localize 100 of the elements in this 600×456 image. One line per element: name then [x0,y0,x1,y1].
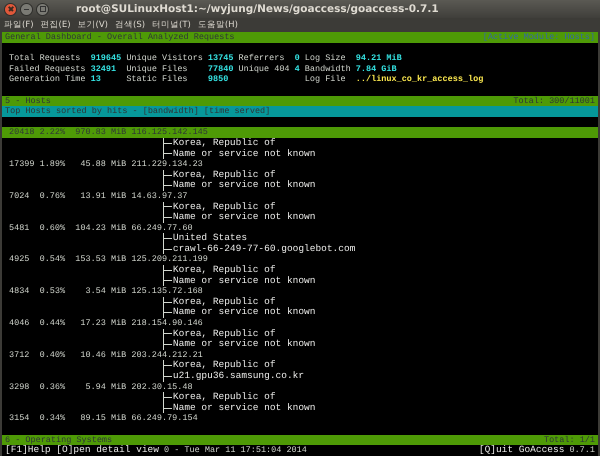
stat-label: Failed Requests [9,64,87,74]
panel-total: Total: 1/1 [544,434,595,446]
stat-label: Unique Files [126,64,189,74]
host-row[interactable]: 5481 0.60% 104.23 MiB 66.249.77.60 [2,222,598,234]
bandwidth-unit: MiB [110,222,128,234]
menu-item[interactable]: 보기(V) [78,18,108,30]
stat-unit: GiB [381,64,397,74]
host-detail: crawl-66-249-77-60.googlebot.com [172,244,356,254]
stat-value: 77840 [208,64,234,74]
bandwidth-unit: MiB [110,318,128,329]
stat-value: 9850 [208,74,228,84]
stat-label: Generation Time [9,74,87,85]
host-detail: Korea, Republic of [172,170,276,180]
bandwidth-value: 970.83 [74,127,106,138]
host-row[interactable]: 3712 0.40% 10.46 MiB 203.244.212.21 [2,350,598,360]
bandwidth-unit: MiB [110,127,128,138]
host-detail: Korea, Republic of [172,328,276,339]
bandwidth-value: 17.23 [79,318,106,329]
hits-count: 3712 [9,350,30,360]
host-address: 202.30.15.48 [131,382,193,392]
hits-percent: 0.40% [40,350,66,360]
hits-count: 4046 [9,318,30,329]
bandwidth-unit: MiB [110,413,128,424]
host-detail: Name or service not known [172,402,316,414]
bandwidth-value: 5.94 [84,382,106,392]
minimize-icon[interactable] [20,2,33,16]
host-row[interactable]: 20418 2.22% 970.83 MiB 116.125.142.145 [2,127,598,138]
hits-percent: 2.22% [40,127,66,138]
hits-count: 3154 [9,413,30,424]
host-detail: Name or service not known [172,307,316,318]
stat-label: Referrers [238,53,286,64]
quit-hint: [Q]uit GoAccess [478,445,564,456]
active-module-label: [Active Module: Hosts] [482,32,595,43]
stat-value: 13745 [208,53,234,64]
host-detail: u21.gpu36.samsung.co.kr [172,371,304,382]
host-row[interactable]: 4834 0.53% 3.54 MiB 125.135.72.168 [2,286,598,297]
host-detail: Name or service not known [172,148,316,160]
host-detail: Korea, Republic of [172,360,276,371]
bandwidth-unit: MiB [110,254,128,266]
date-time: 0 - Tue Mar 11 17:51:04 2014 [164,445,307,456]
bandwidth-value: 153.53 [74,254,106,266]
stat-value: 32491 [90,64,116,74]
host-address: 125.209.211.199 [131,254,208,266]
host-detail: Name or service not known [172,180,316,191]
menu-item[interactable]: 터미널(T) [152,18,191,30]
hits-count: 7024 [9,190,30,202]
bandwidth-unit: MiB [110,350,128,360]
stat-label: Static Files [126,74,189,85]
host-row[interactable]: 4925 0.54% 153.53 MiB 125.209.211.199 [2,254,598,266]
panel-title: 6 - Operating Systems [5,434,112,445]
host-address: 125.135.72.168 [131,286,203,297]
host-address: 14.63.97.37 [131,190,188,202]
hits-percent: 0.60% [40,222,66,234]
bandwidth-value: 13.91 [79,190,106,202]
bandwidth-unit: MiB [110,382,128,392]
host-address: 66.249.79.154 [131,413,198,424]
hits-count: 20418 [9,127,36,138]
hits-percent: 0.34% [40,413,66,424]
stat-value: 7.84 [356,64,376,74]
host-detail: Korea, Republic of [172,202,276,212]
stat-value: 4 [294,64,300,74]
stat-label: Total Requests [9,53,82,64]
hits-count: 4834 [9,286,30,297]
hits-count: 5481 [9,222,30,234]
host-detail: Korea, Republic of [172,265,276,276]
stat-label: Log Size [304,53,347,64]
bandwidth-value: 89.15 [79,413,106,424]
panel-total: Total: 300/11001 [513,96,595,106]
menu-item[interactable]: 파일(F) [4,18,34,30]
host-row[interactable]: 3154 0.34% 89.15 MiB 66.249.79.154 [2,413,598,424]
stat-unit: MiB [386,53,402,64]
hits-count: 3298 [9,382,30,392]
help-hint: [F1]Help [O]pen detail view [5,445,159,456]
panel-title: 5 - Hosts [5,96,51,106]
dashboard-title: General Dashboard - Overall Analyzed Requests [5,32,235,43]
bandwidth-unit: MiB [110,286,128,297]
host-detail: Name or service not known [172,276,316,286]
menu-item[interactable]: 편집(E) [40,18,71,30]
host-row[interactable]: 3298 0.36% 5.94 MiB 202.30.15.48 [2,382,598,392]
maximize-icon[interactable] [36,2,49,16]
bandwidth-unit: MiB [110,190,128,202]
hits-percent: 1.89% [40,159,66,170]
hits-percent: 0.76% [40,190,66,202]
menu-item[interactable]: 검색(S) [115,18,146,30]
hits-percent: 0.54% [40,254,66,266]
hits-count: 4925 [9,254,30,266]
host-row[interactable]: 7024 0.76% 13.91 MiB 14.63.97.37 [2,190,598,202]
stat-value: ../linux_co_kr_access_log [356,74,484,84]
host-row[interactable]: 17399 1.89% 45.88 MiB 211.229.134.23 [2,159,598,170]
host-address: 116.125.142.145 [131,127,208,138]
host-row[interactable]: 4046 0.44% 17.23 MiB 218.154.90.146 [2,318,598,329]
version-label: 0.7.1 [569,445,595,456]
close-icon[interactable] [4,2,17,16]
window-title: root@SULinuxHost1:~/wyjung/News/goaccess/goaccess-0.7.1 [76,3,439,15]
bandwidth-value: 10.46 [79,350,106,360]
host-detail: United States [172,233,248,244]
stat-value: 13 [90,74,101,84]
menu-item[interactable]: 도움말(H) [198,18,238,30]
hits-count: 17399 [9,159,36,170]
host-detail: Name or service not known [172,339,316,350]
